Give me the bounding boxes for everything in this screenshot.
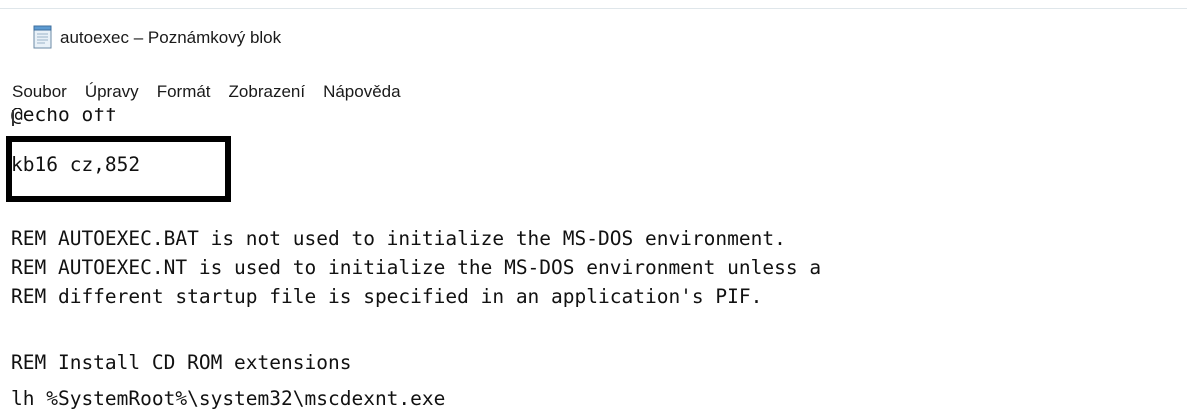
editor-line: REM different startup file is specified … <box>11 285 763 308</box>
highlight-annotation-box <box>6 136 231 202</box>
text-cursor-icon <box>12 110 14 126</box>
window-title: autoexec – Poznámkový blok <box>60 28 282 47</box>
window-top-border <box>0 0 1187 9</box>
editor-line: REM AUTOEXEC.BAT is not used to initiali… <box>11 227 786 250</box>
editor-line: lh %SystemRoot%\system32\mscdexnt.exe <box>11 387 446 410</box>
editor-line: REM Install CD ROM extensions <box>11 351 352 374</box>
menu-soubor[interactable]: Soubor <box>10 82 69 102</box>
notepad-window: autoexec – Poznámkový blok Soubor Úpravy… <box>0 0 1187 416</box>
menu-format[interactable]: Formát <box>155 82 213 102</box>
menu-upravy[interactable]: Úpravy <box>83 82 141 102</box>
notepad-icon <box>33 25 53 49</box>
editor-line: REM AUTOEXEC.NT is used to initialize th… <box>11 256 822 279</box>
menu-bar: Soubor Úpravy Formát Zobrazení Nápověda <box>10 78 417 106</box>
menu-zobrazeni[interactable]: Zobrazení <box>227 82 308 102</box>
menu-napoveda[interactable]: Nápověda <box>321 82 403 102</box>
text-editor-area[interactable]: @echo off kb16 cz,852 REM AUTOEXEC.BAT i… <box>0 108 1187 416</box>
editor-line: @echo off <box>11 108 117 126</box>
